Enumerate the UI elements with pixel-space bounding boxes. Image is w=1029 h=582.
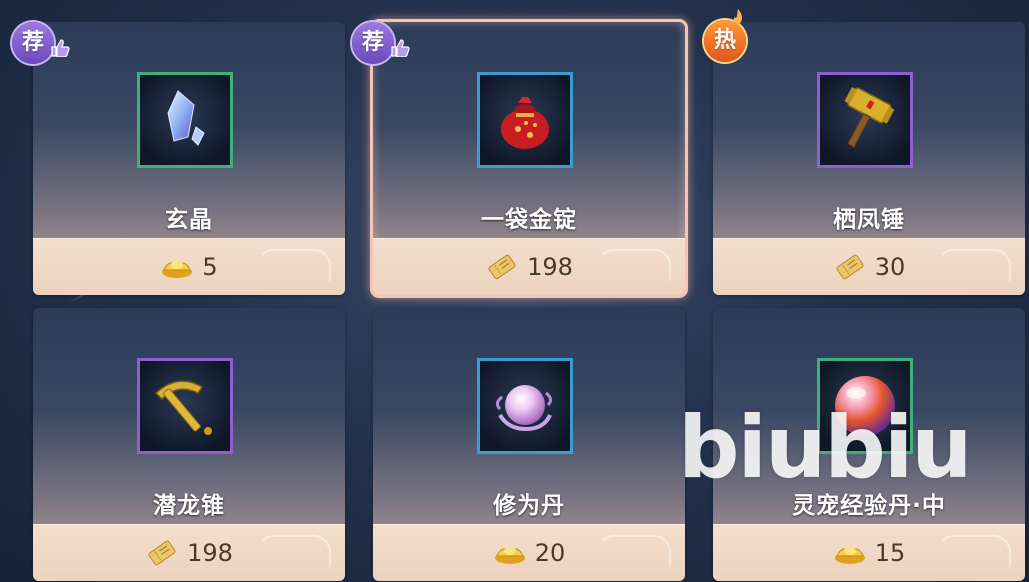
shop-item-card[interactable]: 玄晶 5	[33, 22, 345, 295]
price-area: 5	[33, 238, 345, 295]
gold-ingot-icon	[494, 547, 525, 564]
shop-item-card[interactable]: 一袋金锭 198	[370, 19, 688, 298]
item-icon-frame	[477, 358, 573, 454]
thumbs-up-icon	[391, 39, 410, 57]
ticket-icon	[148, 540, 176, 566]
item-name: 潜龙锥	[153, 493, 225, 519]
thumbs-up-icon	[51, 39, 70, 57]
price-area: 15	[713, 524, 1025, 581]
watermark: biubiu	[678, 398, 973, 498]
cloud-pattern	[937, 249, 1011, 283]
item-name: 玄晶	[165, 207, 213, 233]
hammer-icon	[844, 87, 895, 148]
item-price: 198	[527, 253, 573, 281]
item-price: 15	[874, 539, 906, 567]
item-name: 一袋金锭	[481, 207, 577, 233]
pickaxe-icon	[154, 380, 212, 435]
item-icon-frame	[137, 72, 233, 168]
pearl-icon	[495, 385, 553, 432]
flame-icon	[733, 8, 743, 25]
cloud-pattern	[257, 249, 331, 283]
price-area: 30	[713, 238, 1025, 295]
item-icon-frame	[137, 358, 233, 454]
hot-badge: 热	[704, 20, 746, 62]
shop-item-card[interactable]: 修为丹 20	[373, 308, 685, 581]
ticket-icon	[488, 254, 516, 280]
item-icon-frame	[817, 72, 913, 168]
price-area: 20	[373, 524, 685, 581]
item-price: 198	[187, 539, 233, 567]
recommend-badge: 荐	[352, 22, 394, 64]
cloud-pattern	[597, 535, 671, 569]
ticket-icon	[836, 254, 864, 280]
cloud-pattern	[257, 535, 331, 569]
crystal-icon	[167, 90, 205, 146]
cloud-pattern	[597, 249, 671, 283]
item-name: 修为丹	[493, 493, 565, 519]
item-price: 5	[202, 253, 218, 281]
shop-item-card[interactable]: 栖凤锤 30	[713, 22, 1025, 295]
price-area: 198	[373, 238, 685, 295]
item-price: 20	[534, 539, 566, 567]
gold-ingot-icon	[834, 547, 865, 564]
item-price: 30	[874, 253, 906, 281]
price-area: 198	[33, 524, 345, 581]
money-bag-icon	[501, 97, 549, 149]
gold-ingot-icon	[162, 261, 193, 278]
recommend-badge: 荐	[12, 22, 54, 64]
cloud-pattern	[937, 535, 1011, 569]
item-name: 栖凤锤	[833, 207, 905, 233]
shop-item-card[interactable]: 潜龙锥 198	[33, 308, 345, 581]
item-icon-frame	[477, 72, 573, 168]
